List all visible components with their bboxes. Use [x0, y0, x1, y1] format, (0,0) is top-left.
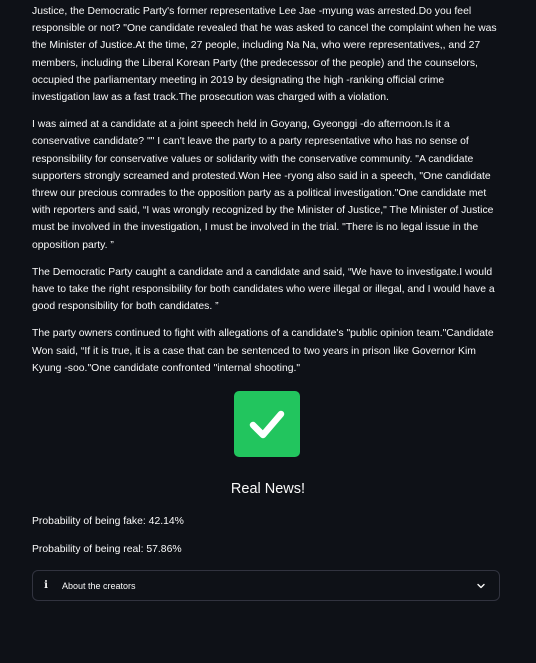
info-icon: i — [44, 580, 48, 591]
article-paragraph: The Democratic Party caught a candidate … — [32, 266, 495, 313]
about-creators-expander[interactable]: i About the creators — [32, 570, 500, 601]
verdict-label: Real News! — [230, 481, 306, 497]
article-body: Justice, the Democratic Party's former r… — [32, 0, 504, 387]
article-paragraph: Justice, the Democratic Party's former r… — [32, 6, 497, 104]
fake-probability: Probability of being fake: 42.14% — [32, 516, 184, 527]
article-paragraph: The party owners continued to fight with… — [32, 328, 494, 374]
chevron-down-icon[interactable] — [476, 581, 486, 591]
real-probability: Probability of being real: 57.86% — [32, 544, 182, 555]
expander-label: About the creators — [62, 580, 136, 591]
article-paragraph: I was aimed at a candidate at a joint sp… — [32, 119, 494, 251]
check-mark-icon — [234, 391, 300, 457]
